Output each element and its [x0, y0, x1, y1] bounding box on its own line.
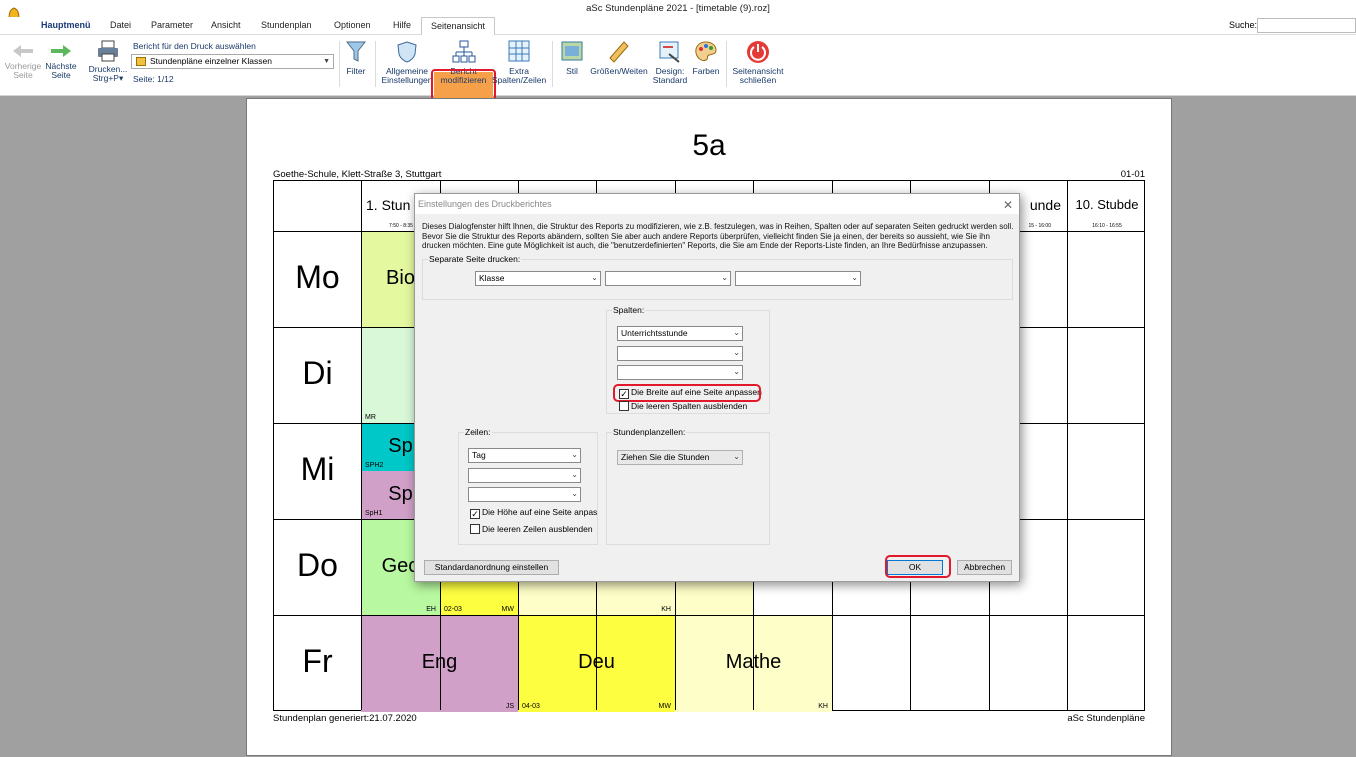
shield-icon: [397, 41, 417, 63]
chevron-down-icon: ⌄: [733, 328, 740, 337]
separate-select-1[interactable]: Klasse ⌄: [475, 271, 601, 286]
menu-hilfe[interactable]: Hilfe: [393, 20, 411, 30]
cells-label: Stundenplanzellen:: [612, 427, 687, 437]
filter-button[interactable]: Filter: [341, 40, 371, 76]
class-title: 5a: [692, 129, 726, 162]
separate-select-2[interactable]: ⌄: [605, 271, 731, 286]
chevron-down-icon: ⌄: [591, 273, 598, 282]
palette-icon: [695, 41, 717, 61]
grid-line: [1067, 181, 1068, 710]
design-icon: [659, 41, 680, 63]
rows-select-3[interactable]: ⌄: [468, 487, 581, 502]
menu-ansicht[interactable]: Ansicht: [211, 20, 241, 30]
page-code: 01-01: [1120, 169, 1145, 180]
page-indicator: Seite: 1/12: [133, 74, 174, 84]
chevron-down-icon: ⌄: [733, 452, 740, 461]
rows-select-1[interactable]: Tag ⌄: [468, 448, 581, 463]
sizes-widths-button[interactable]: Größen/Weiten: [588, 40, 650, 76]
dialog-description: Dieses Dialogfenster hilft Ihnen, die St…: [422, 222, 1014, 251]
day-monday: Mo: [295, 259, 340, 295]
filter-icon: [345, 41, 367, 62]
report-select-label: Bericht für den Druck auswählen: [133, 41, 256, 51]
hierarchy-icon: [452, 40, 475, 63]
style-icon: [561, 41, 583, 61]
hide-empty-columns-checkbox[interactable]: Die leeren Spalten ausblenden: [619, 401, 747, 412]
arrow-right-icon: [51, 45, 71, 57]
report-select[interactable]: Stundenpläne einzelner Klassen ▼: [131, 54, 334, 69]
cells-group: [606, 432, 770, 545]
fit-height-checkbox[interactable]: ✓ Die Höhe auf eine Seite anpas: [470, 507, 597, 519]
school-name: Goethe-Schule, Klett-Straße 3, Stuttgart: [273, 169, 442, 180]
header-time-10: 16:10 - 16:55: [1092, 223, 1122, 229]
separate-page-label: Separate Seite drucken:: [428, 254, 522, 264]
columns-select-3[interactable]: ⌄: [617, 365, 743, 380]
extra-columns-rows-button[interactable]: Extra Spalten/Zeilen: [490, 40, 548, 85]
power-icon: [747, 41, 769, 63]
default-layout-button[interactable]: Standardanordnung einstellen: [424, 560, 559, 575]
close-icon[interactable]: ✕: [1003, 195, 1013, 215]
next-page-button[interactable]: Nächste Seite: [44, 43, 78, 80]
general-settings-button[interactable]: Allgemeine Einstellungen: [379, 40, 435, 85]
ribbon-separator: [339, 41, 340, 87]
chevron-down-icon: ▼: [323, 58, 330, 65]
ok-red-highlight: [885, 555, 951, 578]
print-button[interactable]: Drucken... Strg+P▾: [86, 40, 130, 83]
day-tuesday: Di: [302, 355, 333, 391]
colors-button[interactable]: Farben: [690, 40, 722, 76]
printer-icon: [98, 40, 118, 62]
dialog-title: Einstellungen des Druckberichtes ✕: [415, 194, 1019, 214]
day-wednesday: Mi: [300, 451, 335, 487]
search-label: Suche:: [1229, 20, 1258, 30]
day-thursday: Do: [297, 547, 338, 583]
generated-date: Stundenplan generiert:21.07.2020: [273, 713, 417, 724]
grid-line: [361, 181, 362, 710]
menu-bar: Hauptmenü Datei Parameter Ansicht Stunde…: [0, 17, 1356, 36]
menu-datei[interactable]: Datei: [110, 20, 131, 30]
hide-empty-rows-checkbox[interactable]: Die leeren Zeilen ausblenden: [470, 524, 593, 535]
chevron-down-icon: ⌄: [571, 489, 578, 498]
ribbon-separator: [375, 41, 376, 87]
chevron-down-icon: ⌄: [721, 273, 728, 282]
grid-line: [274, 615, 1144, 616]
rows-label: Zeilen:: [464, 427, 492, 437]
table-grid-icon: [508, 40, 530, 62]
cells-select[interactable]: Ziehen Sie die Stunden ⌄: [617, 450, 743, 465]
columns-label: Spalten:: [612, 305, 646, 315]
chevron-down-icon: ⌄: [733, 348, 740, 357]
checkmark-icon: ✓: [470, 509, 480, 519]
menu-hauptmenu[interactable]: Hauptmenü: [41, 20, 91, 30]
menu-stundenplan[interactable]: Stundenplan: [261, 20, 312, 30]
search-input[interactable]: [1257, 18, 1356, 33]
tab-seitenansicht[interactable]: Seitenansicht: [421, 17, 495, 36]
chevron-down-icon: ⌄: [851, 273, 858, 282]
ruler-icon: [609, 41, 629, 63]
ribbon-toolbar: Vorherige Seite Nächste Seite Drucken... St…: [0, 35, 1356, 127]
day-friday: Fr: [302, 643, 333, 679]
columns-select-1[interactable]: Unterrichtsstunde ⌄: [617, 326, 743, 341]
style-button[interactable]: Stil: [557, 40, 587, 76]
separate-select-3[interactable]: ⌄: [735, 271, 861, 286]
report-settings-dialog: Einstellungen des Druckberichtes ✕ Dieses…: [414, 193, 1020, 582]
header-period-1: 1. Stun: [366, 197, 411, 213]
previous-page-button[interactable]: Vorherige Seite: [3, 43, 43, 80]
chevron-down-icon: ⌄: [571, 470, 578, 479]
ribbon-separator: [552, 41, 553, 87]
rows-select-2[interactable]: ⌄: [468, 468, 581, 483]
cancel-button[interactable]: Abbrechen: [957, 560, 1012, 575]
arrow-left-icon: [13, 45, 33, 57]
menu-parameter[interactable]: Parameter: [151, 20, 193, 30]
menu-optionen[interactable]: Optionen: [334, 20, 371, 30]
header-period-10: 10. Stubde: [1075, 197, 1139, 212]
window-title: aSc Stundenpläne 2021 - [timetable (9).r…: [0, 0, 1356, 17]
design-button[interactable]: Design: Standard: [651, 40, 689, 85]
chevron-down-icon: ⌄: [571, 450, 578, 459]
columns-select-2[interactable]: ⌄: [617, 346, 743, 361]
close-preview-button[interactable]: Seitenansicht schließen: [729, 40, 787, 85]
fit-width-red-highlight: [613, 384, 761, 402]
ribbon-separator: [726, 41, 727, 87]
chevron-down-icon: ⌄: [733, 367, 740, 376]
brand-footer: aSc Stundenpläne: [1067, 713, 1145, 724]
report-icon: [136, 57, 146, 66]
